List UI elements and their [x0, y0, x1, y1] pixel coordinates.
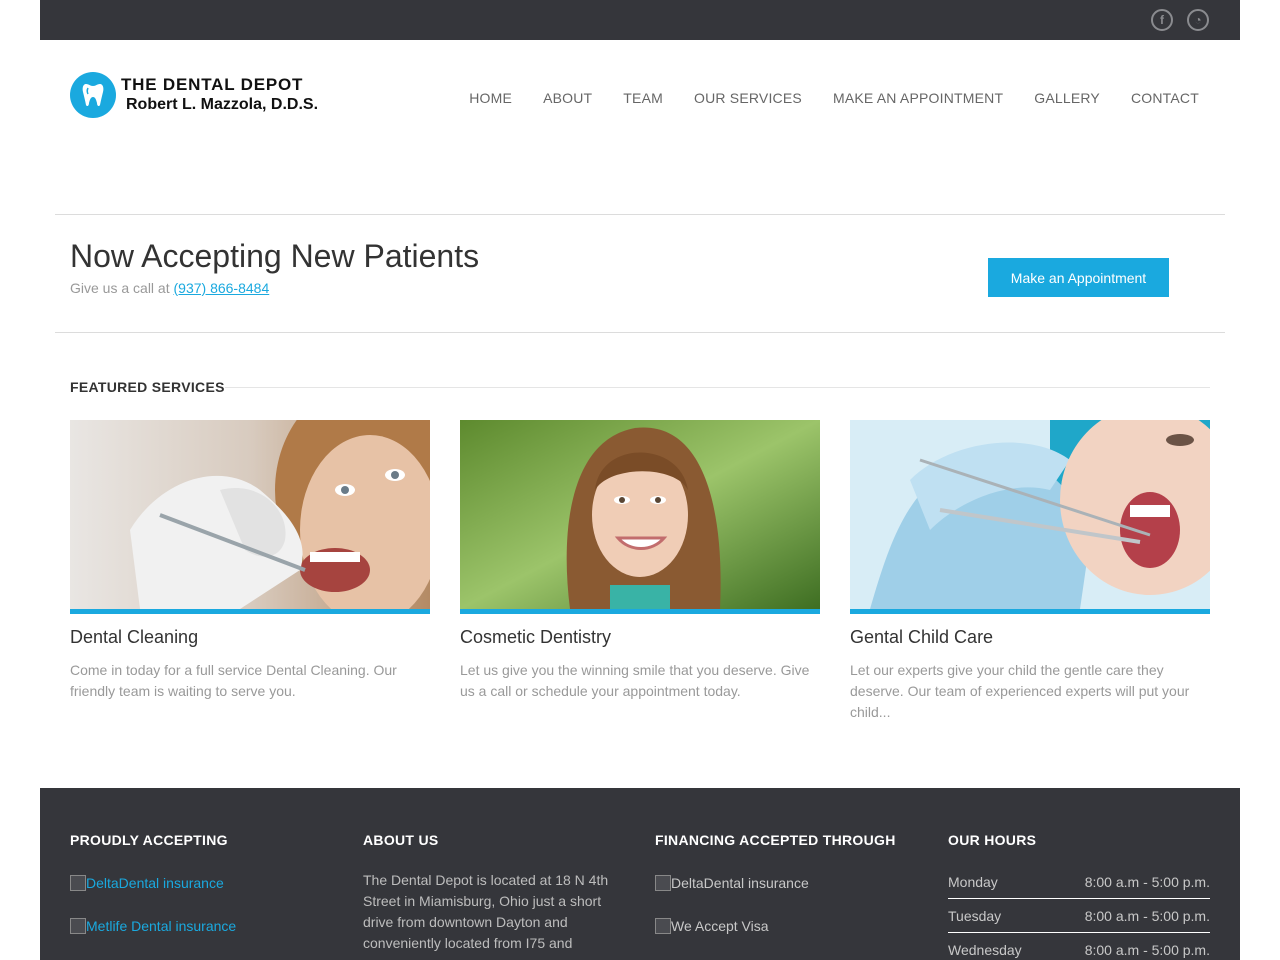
- metlife-insurance-link[interactable]: Metlife Dental insurance: [70, 918, 236, 934]
- broken-image-icon: [70, 875, 86, 891]
- hours-table: Monday 8:00 a.m - 5:00 p.m. Tuesday 8:00…: [948, 865, 1210, 960]
- divider: [55, 332, 1225, 333]
- hours-time: 8:00 a.m - 5:00 p.m.: [1084, 907, 1210, 924]
- deltadental-insurance-link[interactable]: DeltaDental insurance: [70, 875, 236, 891]
- footer-about: ABOUT US The Dental Depot is located at …: [363, 832, 625, 954]
- visa-image: We Accept Visa: [655, 918, 896, 934]
- child-care-photo[interactable]: [850, 420, 1210, 609]
- hours-day: Tuesday: [948, 907, 1002, 924]
- card-description: Let our experts give your child the gent…: [850, 662, 1190, 720]
- card-accent-bar: [850, 609, 1210, 614]
- footer-heading: PROUDLY ACCEPTING: [70, 832, 228, 848]
- footer-financing: FINANCING ACCEPTED THROUGH DeltaDental i…: [655, 832, 896, 934]
- card-accent-bar: [460, 609, 820, 614]
- featured-services-heading: FEATURED SERVICES: [70, 379, 225, 395]
- service-card-child-care: Gental Child Care Let our experts give y…: [850, 420, 1210, 723]
- nav-team[interactable]: TEAM: [623, 90, 663, 106]
- site-logo[interactable]: THE DENTAL DEPOT Robert L. Mazzola, D.D.…: [70, 72, 318, 118]
- footer-heading: OUR HOURS: [948, 832, 1037, 848]
- footer-hours: OUR HOURS Monday 8:00 a.m - 5:00 p.m. Tu…: [948, 832, 1210, 960]
- nav-gallery[interactable]: GALLERY: [1034, 90, 1100, 106]
- footer-heading: FINANCING ACCEPTED THROUGH: [655, 832, 896, 848]
- dental-cleaning-photo[interactable]: [70, 420, 430, 609]
- nav-make-appointment[interactable]: MAKE AN APPOINTMENT: [833, 90, 1003, 106]
- footer-accepting: PROUDLY ACCEPTING DeltaDental insurance …: [70, 832, 236, 934]
- nav-contact[interactable]: CONTACT: [1131, 90, 1199, 106]
- card-title[interactable]: Cosmetic Dentistry: [460, 627, 820, 648]
- hours-row: Wednesday 8:00 a.m - 5:00 p.m.: [948, 933, 1210, 960]
- promo-title: Now Accepting New Patients: [70, 238, 480, 274]
- logo-title: THE DENTAL DEPOT: [121, 75, 304, 94]
- footer-heading: ABOUT US: [363, 832, 439, 848]
- card-accent-bar: [70, 609, 430, 614]
- phone-link[interactable]: (937) 866-8484: [174, 280, 270, 296]
- nav-about[interactable]: ABOUT: [543, 90, 592, 106]
- hours-day: Wednesday: [948, 941, 1022, 958]
- tooth-icon: [70, 72, 116, 118]
- hours-day: Monday: [948, 873, 998, 890]
- card-title[interactable]: Dental Cleaning: [70, 627, 430, 648]
- broken-image-icon: [70, 918, 86, 934]
- hours-row: Tuesday 8:00 a.m - 5:00 p.m.: [948, 899, 1210, 933]
- top-bar: f ◔: [40, 0, 1240, 40]
- nav-our-services[interactable]: OUR SERVICES: [694, 90, 802, 106]
- hours-row: Monday 8:00 a.m - 5:00 p.m.: [948, 865, 1210, 899]
- card-description: Let us give you the winning smile that y…: [460, 662, 810, 699]
- broken-image-icon: [655, 918, 671, 934]
- hours-time: 8:00 a.m - 5:00 p.m.: [1084, 941, 1210, 958]
- promo-sub-text: Give us a call at: [70, 280, 170, 296]
- cosmetic-dentistry-photo[interactable]: [460, 420, 820, 609]
- divider: [55, 214, 1225, 215]
- nav-home[interactable]: HOME: [469, 90, 512, 106]
- heading-rule: [225, 387, 1210, 388]
- logo-subtitle: Robert L. Mazzola, D.D.S.: [126, 96, 319, 113]
- broken-image-icon: [655, 875, 671, 891]
- main-nav: HOME ABOUT TEAM OUR SERVICES MAKE AN APP…: [438, 90, 1199, 106]
- promo-subtitle: Give us a call at (937) 866-8484: [70, 280, 269, 296]
- service-card-cosmetic: Cosmetic Dentistry Let us give you the w…: [460, 420, 820, 702]
- card-title[interactable]: Gental Child Care: [850, 627, 1210, 648]
- site-header: THE DENTAL DEPOT Robert L. Mazzola, D.D.…: [40, 40, 1240, 215]
- deltadental-financing-image: DeltaDental insurance: [655, 875, 896, 891]
- about-text: The Dental Depot is located at 18 N 4th …: [363, 872, 609, 951]
- card-description: Come in today for a full service Dental …: [70, 662, 397, 699]
- facebook-icon[interactable]: f: [1151, 9, 1173, 31]
- rss-icon[interactable]: ◔: [1187, 9, 1209, 31]
- hours-time: 8:00 a.m - 5:00 p.m.: [1084, 873, 1210, 890]
- service-card-cleaning: Dental Cleaning Come in today for a full…: [70, 420, 430, 702]
- site-footer: PROUDLY ACCEPTING DeltaDental insurance …: [40, 788, 1240, 960]
- make-appointment-button[interactable]: Make an Appointment: [988, 258, 1169, 297]
